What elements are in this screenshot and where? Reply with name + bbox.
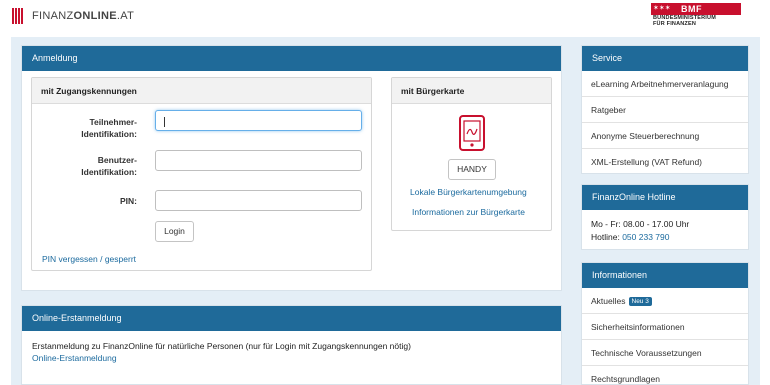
news-count-badge: Neu 3 [628,297,652,306]
information-item-aktuelles[interactable]: Aktuelles Neu 3 [582,288,748,314]
aktuelles-label: Aktuelles [591,296,626,306]
information-item-legal-basis[interactable]: Rechtsgrundlagen [582,366,748,385]
information-panel: Informationen Aktuelles Neu 3 Sicherheits… [581,262,749,385]
registration-link[interactable]: Online-Erstanmeldung [32,352,117,364]
bmf-logo[interactable]: ✶✶✶ BMF BUNDESMINISTERIUM FÜR FINANZEN [651,3,741,27]
service-item-xml-vat-refund[interactable]: XML-Erstellung (VAT Refund) [582,149,748,175]
pin-input[interactable] [155,190,362,211]
finanzonline-logo[interactable]: FINANZONLINE.AT [12,8,134,24]
pin-forgotten-link[interactable]: PIN vergessen / gesperrt [42,254,136,264]
information-item-technical-requirements[interactable]: Technische Voraussetzungen [582,340,748,366]
information-panel-title: Informationen [582,263,748,288]
service-panel: Service eLearning Arbeitnehmerveranlagun… [581,45,749,174]
hotline-phone-row: Hotline: 050 233 790 [591,231,669,243]
service-item-ratgeber[interactable]: Ratgeber [582,97,748,123]
credentials-panel: mit Zugangskennungen Teilnehmer- Identif… [31,77,372,271]
registration-panel-title: Online-Erstanmeldung [22,306,561,331]
ministry-abbreviation: BMF [681,4,702,14]
user-id-label: Benutzer- Identifikation: [81,155,137,177]
service-item-elearning[interactable]: eLearning Arbeitnehmerveranlagung [582,71,748,97]
logo-bars-icon [12,8,30,24]
hotline-phone-label: Hotline: [591,232,620,242]
hotline-panel-title: FinanzOnline Hotline [582,185,748,210]
hotline-phone-link[interactable]: 050 233 790 [622,232,669,242]
handy-button[interactable]: HANDY [448,159,496,180]
citizen-card-panel-title: mit Bürgerkarte [392,78,551,104]
text-cursor [164,117,165,127]
page-header: FINANZONLINE.AT ✶✶✶ BMF BUNDESMINISTERIU… [0,0,770,36]
registration-panel: Online-Erstanmeldung Erstanmeldung zu Fi… [21,305,562,385]
logo-text: FINANZONLINE.AT [32,10,135,22]
registration-text: Erstanmeldung zu FinanzOnline für natürl… [32,341,411,351]
mobile-signature-icon [459,115,485,151]
ministry-name-line-2: FÜR FINANZEN [653,21,697,27]
participant-id-input[interactable] [155,110,362,131]
information-item-security[interactable]: Sicherheitsinformationen [582,314,748,340]
login-button[interactable]: Login [155,221,194,242]
citizen-card-info-link[interactable]: Informationen zur Bürgerkarte [412,207,525,217]
citizen-card-panel: mit Bürgerkarte HANDY Lokale Bürgerkarte… [391,77,552,231]
local-citizen-card-link[interactable]: Lokale Bürgerkartenumgebung [410,187,527,197]
user-id-input[interactable] [155,150,362,171]
eagle-crest-icon: ✶✶✶ [653,5,671,12]
credentials-panel-title: mit Zugangskennungen [32,78,371,104]
pin-label: PIN: [120,196,137,206]
service-panel-title: Service [582,46,748,71]
login-panel: Anmeldung mit Zugangskennungen Teilnehme… [21,45,562,291]
hotline-panel: FinanzOnline Hotline Mo - Fr: 08.00 - 17… [581,184,749,250]
hotline-hours: Mo - Fr: 08.00 - 17.00 Uhr [591,219,690,229]
login-panel-title: Anmeldung [22,46,561,71]
participant-id-label: Teilnehmer- Identifikation: [81,117,137,139]
service-item-tax-calculator[interactable]: Anonyme Steuerberechnung [582,123,748,149]
